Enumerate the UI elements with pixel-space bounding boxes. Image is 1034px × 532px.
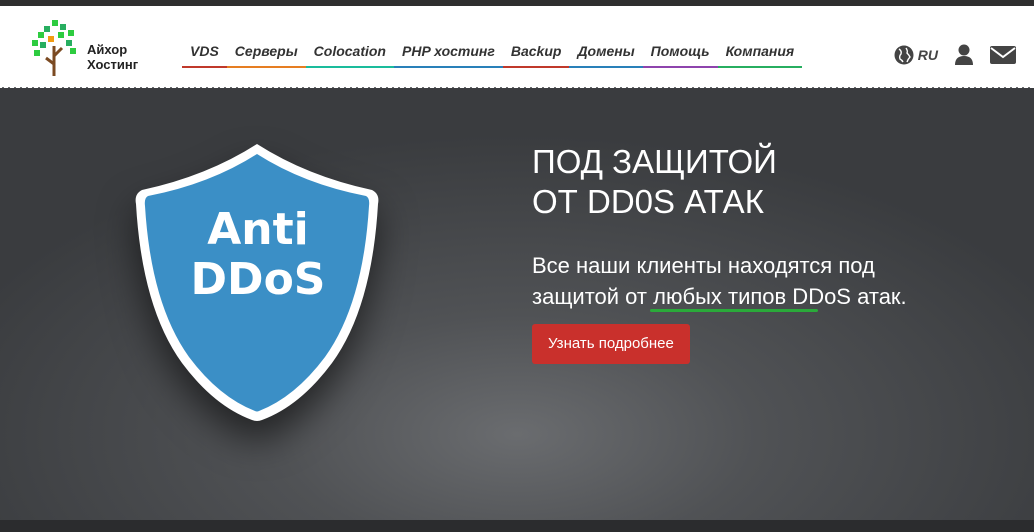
nav-item-help[interactable]: Помощь [642, 42, 718, 68]
badge-line-1: Anti [207, 204, 309, 255]
nav-item-servers[interactable]: Серверы [226, 42, 306, 68]
envelope-icon[interactable] [990, 45, 1016, 65]
language-label: RU [917, 47, 938, 63]
nav-item-colocation[interactable]: Colocation [305, 42, 394, 68]
learn-more-button[interactable]: Узнать подробнее [532, 324, 690, 364]
hero-title-line-2: ОТ DD0S АТАК [532, 183, 764, 220]
hero-desc-part-1: Все наши клиенты находятся под [532, 253, 875, 278]
nav-item-domains[interactable]: Домены [569, 42, 643, 68]
nav-item-company[interactable]: Компания [717, 42, 803, 68]
main-nav: VDS Серверы Colocation PHP хостинг Backu… [182, 42, 803, 74]
logo[interactable]: Айхор Хостинг [30, 18, 160, 78]
globe-icon [894, 45, 914, 65]
hero-desc-highlight: любых типов DDoS [653, 284, 851, 309]
hero-desc-part-2: защитой от [532, 284, 654, 309]
badge-line-2: DDoS [190, 254, 326, 305]
site-header: Айхор Хостинг VDS Серверы Colocation PHP… [0, 6, 1034, 84]
hero-title: ПОД ЗАЩИТОЙ ОТ DD0S АТАК [532, 142, 777, 222]
highlight-underline [650, 309, 818, 312]
user-icon[interactable] [954, 44, 974, 66]
hero-title-line-1: ПОД ЗАЩИТОЙ [532, 143, 777, 180]
nav-item-vds[interactable]: VDS [182, 42, 227, 68]
anti-ddos-badge-text: Anti DDoS [132, 205, 384, 305]
header-actions: RU [894, 44, 1016, 66]
hero-desc-part-3: атак. [851, 284, 907, 309]
hero-description: Все наши клиенты находятся под защитой о… [532, 250, 952, 312]
nav-item-php-hosting[interactable]: PHP хостинг [394, 42, 503, 68]
language-switcher[interactable]: RU [894, 45, 938, 65]
header-zigzag-edge [0, 84, 1034, 88]
tree-logo-icon [32, 20, 76, 76]
nav-item-backup[interactable]: Backup [502, 42, 570, 68]
brand-line-1: Айхор [87, 42, 128, 57]
brand-line-2: Хостинг [87, 57, 139, 72]
hero-bottom-strip [0, 520, 1034, 532]
